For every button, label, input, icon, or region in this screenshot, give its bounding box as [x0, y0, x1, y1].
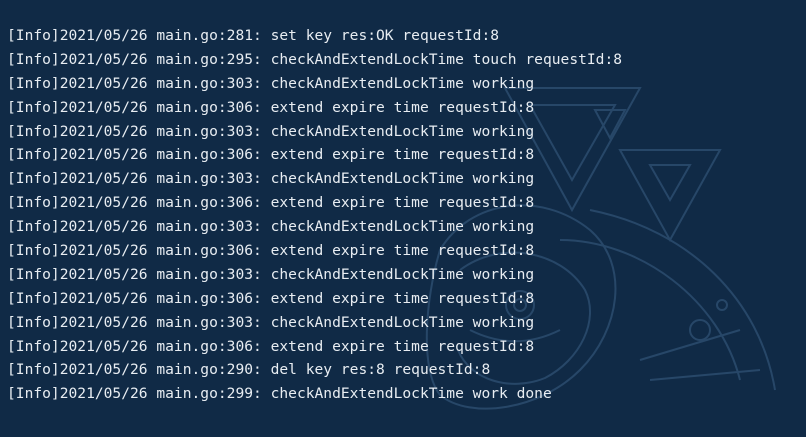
wallpaper-triangle-right-inner — [648, 164, 692, 203]
log-line: [Info]2021/05/26 main.go:303: checkAndEx… — [7, 218, 535, 236]
log-line: [Info]2021/05/26 main.go:303: checkAndEx… — [7, 170, 535, 188]
log-line: [Info]2021/05/26 main.go:299: checkAndEx… — [7, 385, 552, 403]
log-line: [Info]2021/05/26 main.go:281: set key re… — [7, 27, 500, 44]
log-line: [Info]2021/05/26 main.go:306: extend exp… — [7, 242, 535, 260]
wallpaper-ray — [639, 329, 741, 361]
log-line: [Info]2021/05/26 main.go:303: checkAndEx… — [7, 265, 535, 283]
wallpaper-ray-2 — [649, 369, 761, 381]
log-line: [Info]2021/05/26 main.go:290: del key re… — [7, 361, 491, 379]
log-line: [Info]2021/05/26 main.go:306: extend exp… — [7, 289, 535, 307]
terminal-window[interactable]: [Info]2021/05/26 main.go:281: set key re… — [0, 0, 806, 437]
log-line: [Info]2021/05/26 main.go:303: checkAndEx… — [7, 74, 535, 92]
wallpaper-triangle-right — [618, 149, 722, 243]
log-line: [Info]2021/05/26 main.go:306: extend exp… — [7, 146, 535, 164]
log-line: [Info]2021/05/26 main.go:306: extend exp… — [7, 194, 535, 212]
log-line: [Info]2021/05/26 main.go:306: extend exp… — [7, 337, 535, 355]
log-line: [Info]2021/05/26 main.go:295: checkAndEx… — [7, 50, 623, 68]
wallpaper-dot-2 — [716, 299, 728, 311]
wallpaper-dot — [689, 319, 711, 341]
log-line: [Info]2021/05/26 main.go:303: checkAndEx… — [7, 122, 535, 140]
terminal-output: [Info]2021/05/26 main.go:281: set key re… — [7, 24, 622, 406]
log-line: [Info]2021/05/26 main.go:303: checkAndEx… — [7, 313, 535, 331]
log-line: [Info]2021/05/26 main.go:306: extend exp… — [7, 98, 535, 116]
